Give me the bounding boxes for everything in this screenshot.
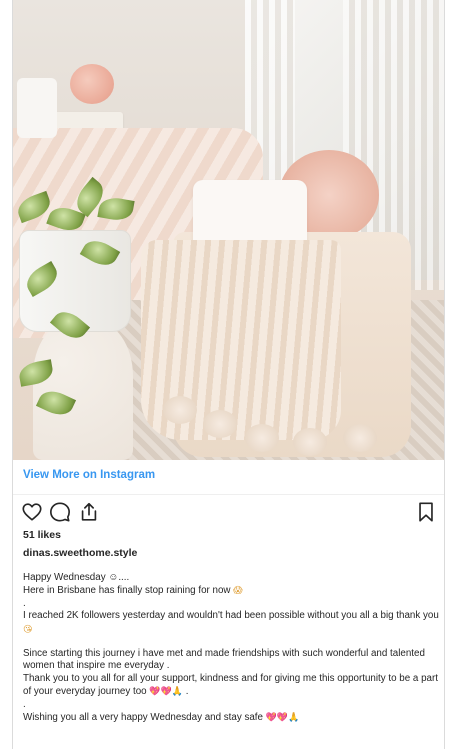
- photo-stool: [33, 320, 133, 460]
- heart-emoji-icon: 💖💖🙏: [149, 686, 183, 697]
- caption-line: Wishing you all a very happy Wednesday a…: [23, 712, 300, 724]
- view-more-bar: View More on Instagram: [13, 460, 444, 495]
- bookmark-icon[interactable]: [415, 501, 437, 523]
- photo-tassel: [163, 396, 197, 424]
- caption-line: Happy Wednesday ☺....: [23, 572, 130, 583]
- photo-flowers: [70, 64, 114, 104]
- scream-emoji-icon: 😱: [233, 585, 243, 596]
- photo-tassel: [293, 428, 327, 456]
- instagram-embed-card: View More on Instagram 51 likes dinas.sw…: [12, 0, 445, 749]
- view-more-link[interactable]: View More on Instagram: [23, 469, 155, 481]
- caption-line: Since starting this journey i have met a…: [23, 648, 425, 672]
- comment-bubble-icon[interactable]: [49, 501, 71, 523]
- photo-tassel: [245, 424, 279, 452]
- likes-count[interactable]: 51 likes: [23, 529, 61, 541]
- caption-separator: .: [23, 597, 26, 609]
- caption-line: Here in Brisbane has finally stop rainin…: [23, 585, 243, 597]
- caption-line: Thank you to you all for all your suppor…: [23, 672, 438, 698]
- photo-tassel: [343, 424, 377, 452]
- action-row: [13, 498, 444, 526]
- photo-bed-pillow: [17, 78, 57, 138]
- post-username[interactable]: dinas.sweethome.style: [23, 547, 137, 559]
- caption-line: I reached 2K followers yesterday and wou…: [23, 610, 439, 634]
- heart-outline-icon[interactable]: [21, 501, 43, 523]
- kiss-emoji-icon: 😘: [23, 623, 33, 634]
- caption-spacer: [23, 636, 439, 648]
- post-caption: Happy Wednesday ☺.... Here in Brisbane h…: [23, 572, 439, 724]
- photo-tassel: [203, 410, 237, 438]
- post-photo[interactable]: [13, 0, 444, 460]
- heart-emoji-icon: 💖💖🙏: [265, 712, 300, 723]
- caption-separator: .: [23, 698, 26, 710]
- share-upload-icon[interactable]: [78, 501, 100, 523]
